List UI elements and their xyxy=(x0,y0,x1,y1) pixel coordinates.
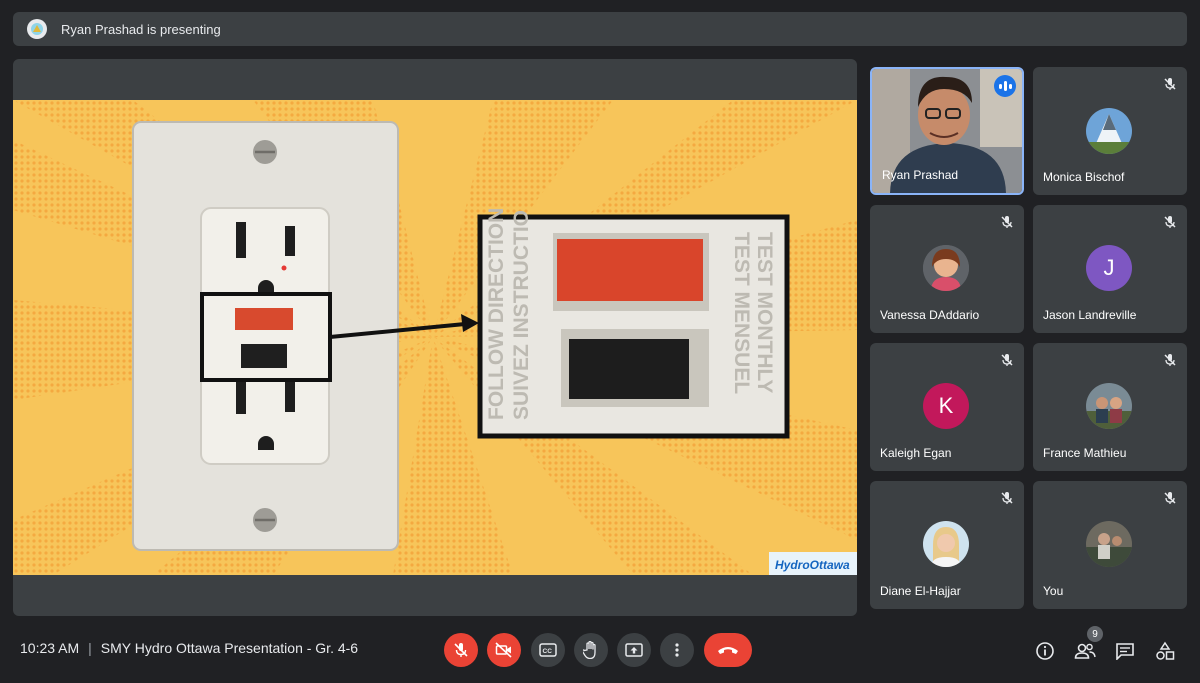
raise-hand-icon xyxy=(583,641,596,659)
separator: | xyxy=(88,640,92,656)
hydro-ottawa-logo: HydroOttawa xyxy=(769,552,857,575)
speaking-indicator-icon xyxy=(994,75,1016,97)
meeting-info: 10:23 AM | SMY Hydro Ottawa Presentation -… xyxy=(20,640,358,656)
participant-name: Kaleigh Egan xyxy=(880,446,952,460)
presentation-slide: FOLLOW DIRECTION SUIVEZ INSTRUCTIO TEST … xyxy=(13,100,857,575)
mic-toggle-button[interactable] xyxy=(444,633,478,667)
presenter-avatar-icon xyxy=(27,19,47,39)
avatar: K xyxy=(923,383,969,429)
people-button[interactable] xyxy=(1074,640,1096,662)
svg-text:TEST MENSUEL: TEST MENSUEL xyxy=(730,232,753,394)
mic-off-icon xyxy=(1164,216,1176,228)
participant-count-badge: 9 xyxy=(1087,626,1103,642)
svg-text:FOLLOW DIRECTION: FOLLOW DIRECTION xyxy=(485,208,508,420)
mic-off-icon xyxy=(1164,492,1176,504)
more-options-button[interactable] xyxy=(660,633,694,667)
present-now-button[interactable] xyxy=(617,633,651,667)
meeting-title: SMY Hydro Ottawa Presentation - Gr. 4-6 xyxy=(100,640,359,656)
avatar xyxy=(1086,521,1132,567)
avatar xyxy=(923,521,969,567)
hang-up-icon xyxy=(718,647,738,654)
avatar: J xyxy=(1086,245,1132,291)
captions-button[interactable]: CC xyxy=(531,633,565,667)
people-icon xyxy=(1074,643,1096,659)
participant-name: Jason Landreville xyxy=(1043,308,1137,322)
captions-icon: CC xyxy=(539,643,557,657)
meeting-details-button[interactable] xyxy=(1034,640,1056,662)
shared-screen: FOLLOW DIRECTION SUIVEZ INSTRUCTIO TEST … xyxy=(13,59,857,616)
activities-button[interactable] xyxy=(1154,640,1176,662)
zoom-inset: FOLLOW DIRECTION SUIVEZ INSTRUCTIO TEST … xyxy=(477,208,790,439)
participant-tile[interactable]: You xyxy=(1033,481,1187,609)
participant-name: Vanessa DAddario xyxy=(880,308,980,322)
bottom-bar: 10:23 AM | SMY Hydro Ottawa Presentation -… xyxy=(0,626,1200,673)
participant-tile[interactable]: Vanessa DAddario xyxy=(870,205,1024,333)
more-icon xyxy=(675,643,679,657)
svg-text:SUIVEZ INSTRUCTIO: SUIVEZ INSTRUCTIO xyxy=(510,210,533,420)
mic-off-icon xyxy=(1001,216,1013,228)
participant-name: Monica Bischof xyxy=(1043,170,1125,184)
mic-off-icon xyxy=(1164,354,1176,366)
camera-toggle-button[interactable] xyxy=(487,633,521,667)
participant-name: Ryan Prashad xyxy=(882,168,959,182)
participant-name: France Mathieu xyxy=(1043,446,1127,460)
clock-time: 10:23 AM xyxy=(20,640,80,656)
participant-name: Diane El-Hajjar xyxy=(880,584,961,598)
participant-tile[interactable]: Ryan Prashad xyxy=(870,67,1024,195)
mic-off-icon xyxy=(1164,78,1176,90)
activities-icon xyxy=(1156,641,1175,660)
avatar xyxy=(1086,108,1132,154)
mic-off-icon xyxy=(1001,354,1013,366)
mic-off-icon xyxy=(1001,492,1013,504)
participant-name: You xyxy=(1043,584,1064,598)
chat-button[interactable] xyxy=(1114,640,1136,662)
participant-tile[interactable]: Monica Bischof xyxy=(1033,67,1187,195)
presenting-banner: Ryan Prashad is presenting xyxy=(13,12,1187,46)
leave-call-button[interactable] xyxy=(704,633,752,667)
avatar xyxy=(1086,383,1132,429)
participant-tile[interactable]: K Kaleigh Egan xyxy=(870,343,1024,471)
participant-tile[interactable]: Diane El-Hajjar xyxy=(870,481,1024,609)
participant-tile[interactable]: France Mathieu xyxy=(1033,343,1187,471)
mic-off-icon xyxy=(454,643,468,657)
presenting-text: Ryan Prashad is presenting xyxy=(61,21,221,37)
chat-icon xyxy=(1116,643,1134,660)
svg-text:TEST MONTHLY: TEST MONTHLY xyxy=(753,232,776,393)
participant-tile[interactable]: J Jason Landreville xyxy=(1033,205,1187,333)
svg-text:CC: CC xyxy=(543,648,553,655)
info-icon xyxy=(1036,642,1054,660)
camera-off-icon xyxy=(495,642,512,658)
avatar xyxy=(923,245,969,291)
present-icon xyxy=(625,643,643,657)
raise-hand-button[interactable] xyxy=(574,633,608,667)
svg-text:HydroOttawa: HydroOttawa xyxy=(775,558,850,572)
